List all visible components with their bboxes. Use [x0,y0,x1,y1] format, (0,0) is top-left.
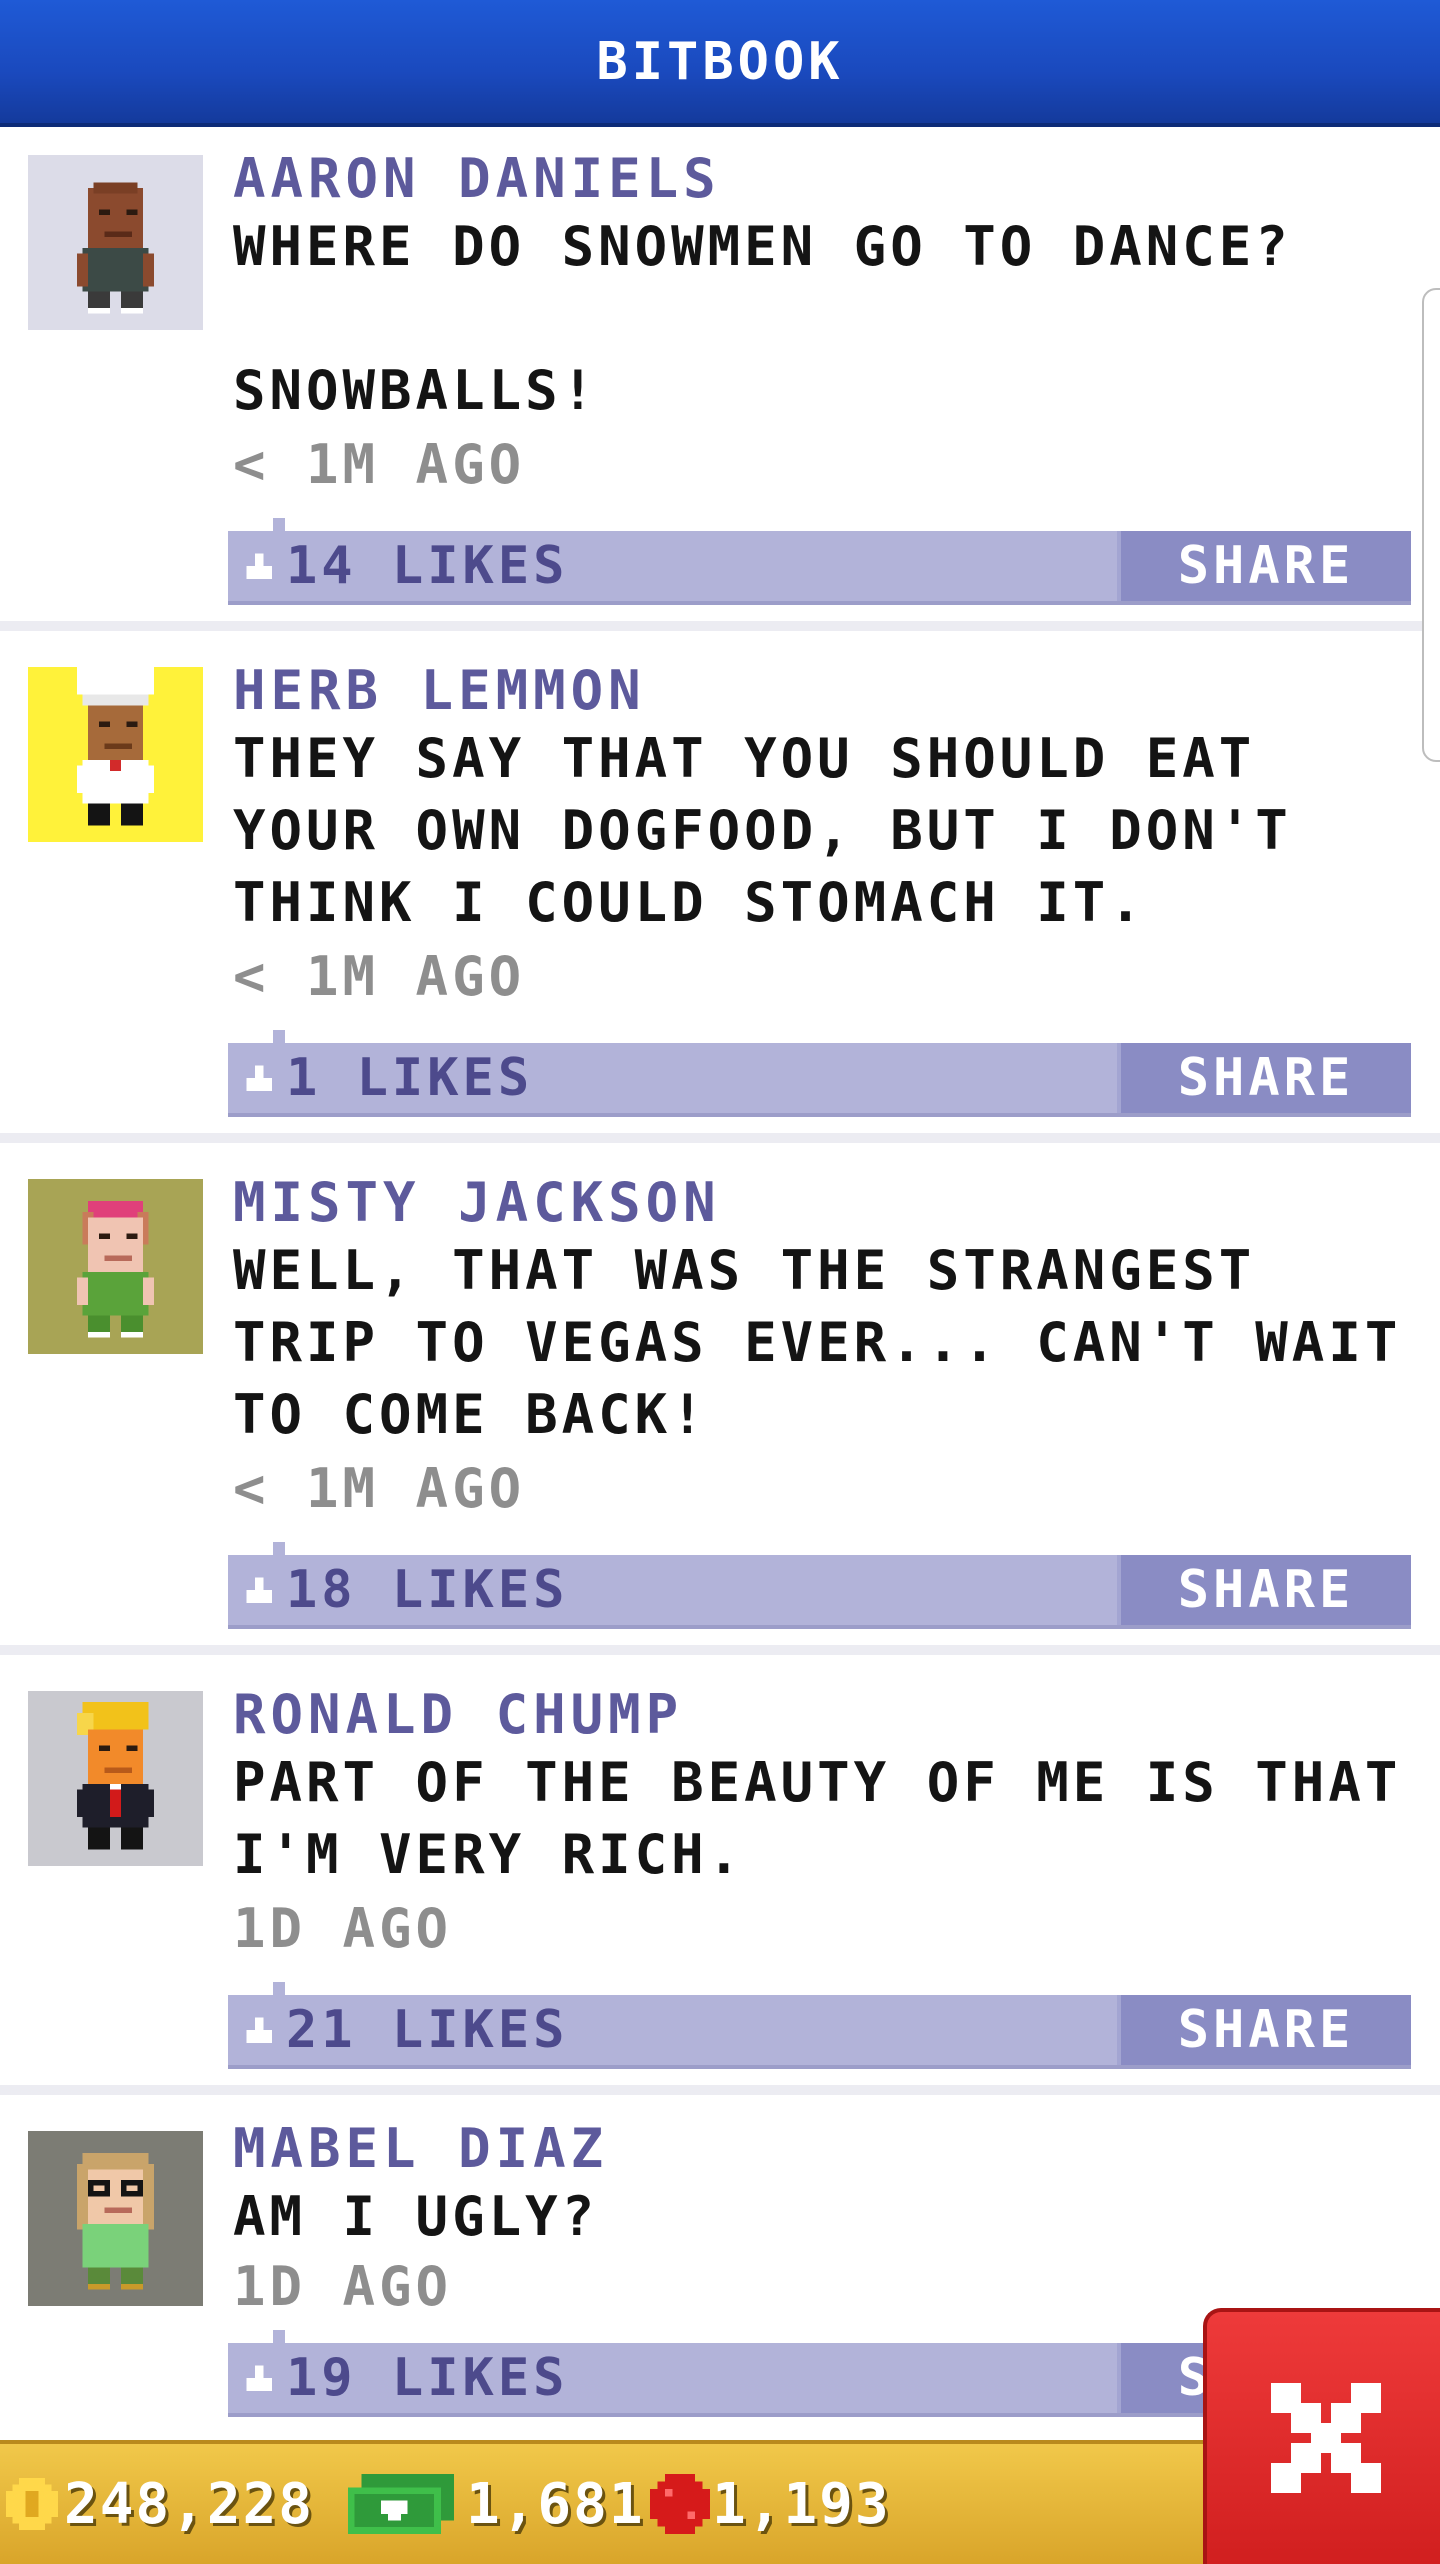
post-message: AM I UGLY? [233,2185,599,2248]
likes-bar-notch [273,1542,285,1556]
likes-bar: 18 LIKES SHARE [228,1542,1411,1629]
coins-stat: 248,228 [6,2444,314,2564]
like-button[interactable]: 14 LIKES [242,531,568,601]
post-author: MABEL DIAZ [233,2117,609,2180]
post-author: RONALD CHUMP [233,1683,684,1746]
likes-bar-notch [273,2330,285,2344]
cash-icon [348,2474,454,2534]
like-button[interactable]: 21 LIKES [242,1995,568,2065]
likes-count: 18 LIKES [286,1560,569,1620]
share-button[interactable]: SHARE [1117,1043,1411,1113]
like-button[interactable]: 1 LIKES [242,1043,533,1113]
post-author: AARON DANIELS [233,147,721,210]
post-divider [0,1133,1440,1143]
thumbs-up-icon [246,553,272,579]
post-herb-lemmon: HERB LEMMON THEY SAY THAT YOU SHOULD EAT… [0,639,1440,1133]
thumbs-up-icon [246,1065,272,1091]
post-author: HERB LEMMON [233,659,646,722]
post-misty-jackson: MISTY JACKSON WELL, THAT WAS THE STRANGE… [0,1151,1440,1645]
post-message: THEY SAY THAT YOU SHOULD EAT YOUR OWN DO… [233,727,1329,934]
likes-bar-notch [273,1030,285,1044]
feed[interactable]: AARON DANIELS WHERE DO SNOWMEN GO TO DAN… [0,127,1440,2440]
likes-bar-notch [273,1982,285,1996]
post-author: MISTY JACKSON [233,1171,721,1234]
likes-bar: 1 LIKES SHARE [228,1030,1411,1117]
avatar-misty-jackson[interactable] [28,1179,203,1354]
likes-count: 14 LIKES [286,536,569,596]
bux-stat: 1,193 [650,2444,891,2564]
app-header: BITBOOK [0,0,1440,127]
post-aaron-daniels: AARON DANIELS WHERE DO SNOWMEN GO TO DAN… [0,127,1440,621]
thumbs-up-icon [246,1577,272,1603]
like-button[interactable]: 19 LIKES [242,2343,568,2413]
likes-bar: 14 LIKES SHARE [228,518,1411,605]
share-button[interactable]: SHARE [1117,1555,1411,1625]
post-divider [0,1645,1440,1655]
thumbs-up-icon [246,2017,272,2043]
avatar-mabel-diaz[interactable] [28,2131,203,2306]
coin-icon [6,2478,58,2530]
share-button[interactable]: SHARE [1117,531,1411,601]
cash-count: 1,681 [466,2471,645,2537]
post-message: WELL, THAT WAS THE STRANGEST TRIP TO VEG… [233,1239,1438,1446]
post-ronald-chump: RONALD CHUMP PART OF THE BEAUTY OF ME IS… [0,1663,1440,2085]
scroll-handle[interactable] [1422,288,1440,762]
post-timestamp: < 1M AGO [233,1457,526,1520]
post-timestamp: < 1M AGO [233,433,526,496]
post-divider [0,621,1440,631]
avatar-aaron-daniels[interactable] [28,155,203,330]
cash-stat: 1,681 [348,2444,645,2564]
likes-bar-notch [273,518,285,532]
post-timestamp: < 1M AGO [233,945,526,1008]
likes-count: 19 LIKES [286,2348,569,2408]
like-button[interactable]: 18 LIKES [242,1555,568,1625]
post-timestamp: 1D AGO [233,1897,453,1960]
likes-bar: 21 LIKES SHARE [228,1982,1411,2069]
likes-count: 1 LIKES [286,1048,534,1108]
post-divider [0,2085,1440,2095]
coins-count: 248,228 [64,2471,315,2537]
bux-icon [650,2474,710,2534]
close-button[interactable] [1203,2308,1440,2564]
thumbs-up-icon [246,2365,272,2391]
post-message: WHERE DO SNOWMEN GO TO DANCE? SNOWBALLS! [233,215,1292,422]
page-title: BITBOOK [596,31,844,92]
bux-count: 1,193 [712,2471,891,2537]
close-icon [1270,2383,1381,2493]
avatar-ronald-chump[interactable] [28,1691,203,1866]
post-timestamp: 1D AGO [233,2255,453,2318]
likes-count: 21 LIKES [286,2000,569,2060]
share-button[interactable]: SHARE [1117,1995,1411,2065]
avatar-herb-lemmon[interactable] [28,667,203,842]
post-message: PART OF THE BEAUTY OF ME IS THAT I'M VER… [233,1751,1438,1886]
